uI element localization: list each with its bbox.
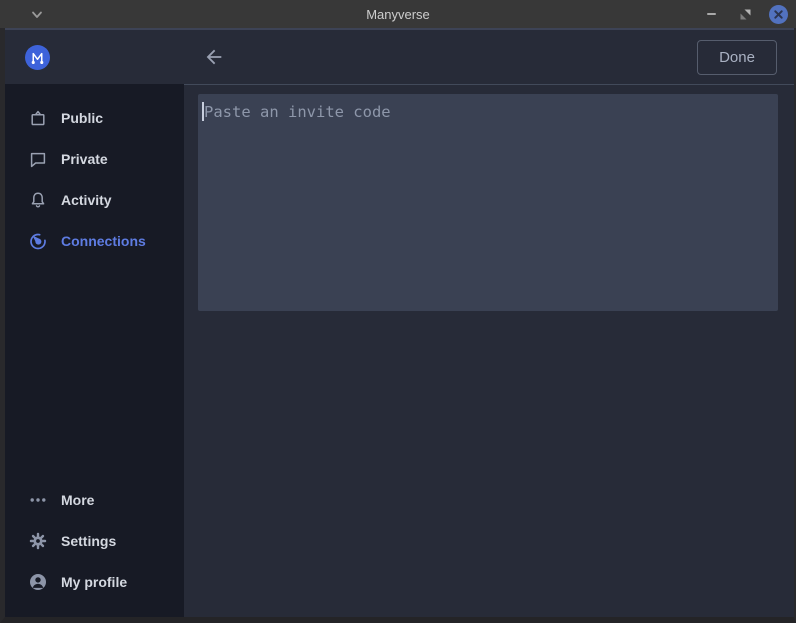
sidebar-item-public[interactable]: Public: [5, 97, 184, 138]
sidebar-item-settings[interactable]: Settings: [5, 520, 184, 561]
back-button[interactable]: [201, 44, 227, 70]
window-controls: [701, 0, 788, 28]
manyverse-logo[interactable]: [25, 45, 50, 70]
account-icon: [28, 572, 48, 592]
bulletin-board-icon: [28, 108, 48, 128]
sidebar-item-private[interactable]: Private: [5, 138, 184, 179]
logo-zone: [5, 45, 184, 70]
sidebar-item-my-profile[interactable]: My profile: [5, 561, 184, 602]
sidebar-top-group: Public Private: [5, 97, 184, 261]
app-header-main: Done: [184, 30, 794, 84]
restore-button[interactable]: [735, 4, 755, 24]
sidebar: Public Private: [5, 84, 184, 617]
sidebar-item-label: More: [61, 492, 94, 508]
chevron-down-icon[interactable]: [30, 8, 44, 20]
invite-code-input[interactable]: [198, 94, 778, 311]
sidebar-item-more[interactable]: More: [5, 479, 184, 520]
sidebar-item-label: Public: [61, 110, 103, 126]
minimize-button[interactable]: [701, 4, 721, 24]
restore-icon: [740, 9, 751, 20]
sidebar-item-connections[interactable]: Connections: [5, 220, 184, 261]
close-button[interactable]: [769, 5, 788, 24]
window-title: Manyverse: [0, 7, 796, 22]
sidebar-item-label: Activity: [61, 192, 112, 208]
app-header: Done: [5, 28, 794, 84]
app-window: Manyverse: [0, 0, 796, 623]
main-panel: [184, 84, 794, 617]
arrow-left-icon: [203, 46, 225, 68]
sidebar-footer-group: More: [5, 479, 184, 602]
done-button[interactable]: Done: [697, 40, 777, 75]
bell-icon: [28, 190, 48, 210]
minimize-icon: [707, 13, 716, 15]
message-bubble-icon: [28, 149, 48, 169]
sidebar-item-activity[interactable]: Activity: [5, 179, 184, 220]
dots-icon: [28, 490, 48, 510]
titlebar: Manyverse: [0, 0, 796, 28]
gear-icon: [28, 531, 48, 551]
content: Public Private: [5, 84, 794, 617]
sidebar-item-label: Connections: [61, 233, 146, 249]
window-frame: Done Public: [0, 28, 796, 623]
close-icon: [773, 9, 784, 20]
gauge-icon: [28, 231, 48, 251]
sidebar-item-label: My profile: [61, 574, 127, 590]
sidebar-item-label: Private: [61, 151, 108, 167]
sidebar-item-label: Settings: [61, 533, 116, 549]
